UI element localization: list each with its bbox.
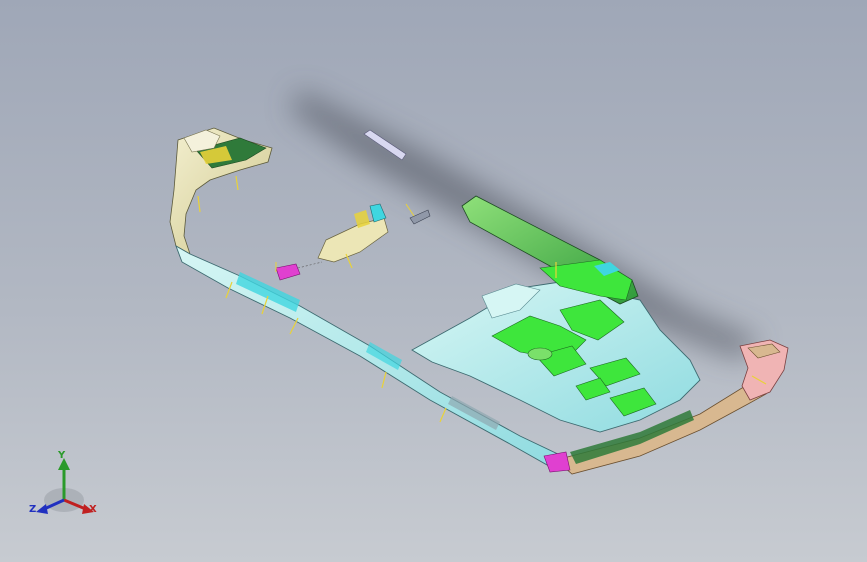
loose-bracket-assembly[interactable]	[317, 203, 389, 269]
view-triad[interactable]: Y X Z	[22, 448, 108, 528]
triad-x-label: X	[89, 504, 97, 515]
triad-z-label: Z	[29, 504, 37, 515]
left-rail[interactable]	[169, 127, 273, 255]
loose-bracket-small[interactable]	[405, 203, 431, 225]
cad-model-view[interactable]	[0, 0, 867, 562]
triad-y-label: Y	[58, 450, 66, 461]
cad-graphics-area[interactable]: Y X Z	[0, 0, 867, 562]
right-corner-cap[interactable]	[739, 339, 789, 401]
loose-bracket-pink[interactable]	[275, 261, 323, 281]
